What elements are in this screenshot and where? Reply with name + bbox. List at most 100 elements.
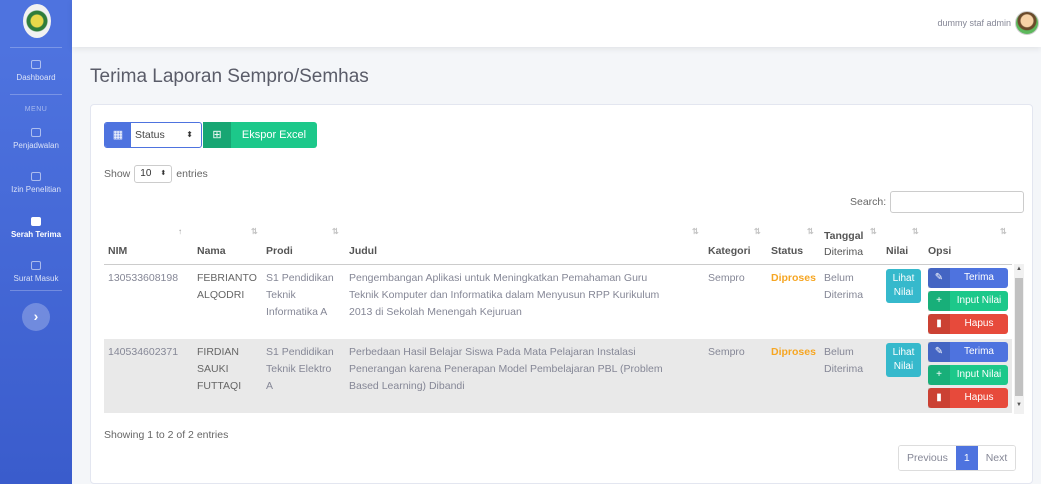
sidebar-item-surat-masuk[interactable]: Surat Masuk — [0, 261, 72, 283]
sidebar-item-label: Dashboard — [16, 73, 56, 82]
cell-line: Teknik Komputer dan Informatika dalam Me… — [349, 289, 660, 301]
cell-line: A — [266, 380, 274, 392]
cell-line: Perbedaan Hasil Belajar Siswa Pada Mata … — [349, 346, 636, 358]
status-badge: Diproses — [771, 272, 816, 284]
edit-icon: ✎ — [928, 342, 950, 362]
column-header-status[interactable]: ⇅ Status — [767, 222, 819, 264]
trash-icon: ▮ — [928, 314, 950, 334]
cell-line: Informatika A — [266, 306, 328, 318]
button-line: Lihat — [892, 347, 915, 358]
column-header-label-line: Diterima — [824, 246, 864, 258]
terima-button[interactable]: ✎ Terima — [928, 268, 1008, 288]
cell-line: Penerangan karena Penerapan Model Pembel… — [349, 363, 663, 375]
column-header-nilai[interactable]: ⇅ Nilai — [882, 222, 924, 264]
plus-icon: + — [928, 365, 950, 385]
column-header-label: Nilai — [886, 245, 909, 257]
sidebar-heading: MENU — [24, 106, 48, 113]
cell-line: Teknik Elektro — [266, 363, 332, 375]
sidebar-item-dashboard[interactable]: Dashboard — [0, 60, 72, 82]
university-logo[interactable] — [23, 4, 51, 38]
show-label: Show — [104, 168, 131, 180]
page-length-value: 10 — [140, 168, 152, 179]
column-header-label: NIM — [108, 245, 128, 257]
page-length-select[interactable]: 10 ⬍ — [134, 165, 173, 183]
button-label: Terima — [963, 272, 994, 283]
status-select-value: Status — [135, 129, 165, 141]
cell-line: S1 Pendidikan — [266, 272, 334, 284]
search-label: Search: — [850, 196, 887, 208]
column-header-label: Kategori — [708, 245, 751, 257]
previous-page-button[interactable]: Previous — [899, 446, 956, 470]
user-name[interactable]: dummy staf admin — [937, 18, 1011, 28]
cell-line: SAUKI — [197, 363, 229, 375]
trash-icon: ▮ — [928, 388, 950, 408]
data-table: ↑ NIM ⇅ Nama ⇅ Prodi ⇅ Judul ⇅ Kategori … — [104, 222, 1024, 414]
table-scrollbar[interactable]: ▲ ▼ — [1014, 264, 1024, 414]
column-header-label: Judul — [349, 245, 377, 257]
search-input[interactable] — [890, 191, 1025, 213]
column-header-label-line: Tanggal — [824, 230, 864, 242]
column-header-label: Prodi — [266, 245, 293, 257]
column-header-prodi[interactable]: ⇅ Prodi — [262, 222, 344, 264]
length-control: Show 10 ⬍ entries — [104, 165, 208, 183]
page-1-button[interactable]: 1 — [955, 446, 978, 470]
column-header-judul[interactable]: ⇅ Judul — [345, 222, 703, 264]
column-header-tanggal[interactable]: ⇅ Tanggal Diterima — [820, 222, 880, 264]
cell-line: Based Learning) Dibandi — [349, 380, 465, 392]
terima-button[interactable]: ✎ Terima — [928, 342, 1008, 362]
sidebar-item-label: Izin Penelitian — [11, 185, 61, 194]
button-label: Hapus — [964, 392, 994, 403]
cell-nim: 130533608198 — [108, 272, 179, 284]
button-line: Nilai — [893, 287, 914, 298]
column-header-label: Opsi — [928, 245, 952, 257]
next-page-button[interactable]: Next — [977, 446, 1016, 470]
cell-line: Pengembangan Aplikasi untuk Meningkatkan… — [349, 272, 648, 284]
column-header-opsi[interactable]: ⇅ Opsi — [924, 222, 1012, 264]
mail-icon — [31, 261, 41, 270]
status-badge: Diproses — [771, 346, 816, 358]
column-header-nama[interactable]: ⇅ Nama — [193, 222, 261, 264]
cell-prodi: S1 Pendidikan Teknik Elektro A — [266, 344, 334, 395]
column-header-kategori[interactable]: ⇅ Kategori — [704, 222, 766, 264]
input-nilai-button[interactable]: + Input Nilai — [928, 365, 1008, 385]
table-info: Showing 1 to 2 of 2 entries — [104, 429, 229, 441]
hapus-button[interactable]: ▮ Hapus — [928, 388, 1008, 408]
sort-icon: ⇅ — [251, 227, 258, 236]
column-header-nim[interactable]: ↑ NIM — [104, 222, 192, 264]
sidebar-item-izin-penelitian[interactable]: Izin Penelitian — [0, 172, 72, 194]
button-line: Lihat — [892, 273, 915, 284]
scroll-down-icon[interactable]: ▼ — [1014, 402, 1024, 408]
sidebar-toggle-button[interactable]: › — [22, 303, 50, 331]
entries-label: entries — [176, 168, 208, 180]
sidebar-divider — [10, 94, 62, 95]
column-header-label: Status — [771, 245, 804, 257]
sidebar-item-serah-terima[interactable]: Serah Terima — [0, 217, 72, 239]
dashboard-icon — [31, 60, 41, 69]
calendar-icon — [31, 128, 41, 137]
cell-line: 2013 di Sekolah Menengah Kejuruan — [349, 306, 522, 318]
scroll-up-icon[interactable]: ▲ — [1014, 266, 1024, 272]
users-icon — [31, 172, 41, 181]
cell-tanggal: Belum Diterima — [824, 270, 863, 304]
scroll-thumb[interactable] — [1015, 278, 1023, 396]
input-nilai-button[interactable]: + Input Nilai — [928, 291, 1008, 311]
status-filter[interactable]: ▦ Status ⬍ — [104, 122, 202, 148]
status-select[interactable]: Status ⬍ — [131, 123, 201, 147]
cell-kategori: Sempro — [708, 272, 745, 284]
hapus-button[interactable]: ▮ Hapus — [928, 314, 1008, 334]
sort-icon: ⇅ — [1000, 227, 1007, 236]
cell-line: ALQODRI — [197, 289, 245, 301]
lihat-nilai-button[interactable]: Lihat Nilai — [886, 343, 921, 377]
table-row: 130533608198 FEBRIANTO ALQODRI S1 Pendid… — [104, 265, 1012, 339]
file-icon — [31, 217, 41, 226]
sidebar-item-penjadwalan[interactable]: Penjadwalan — [0, 128, 72, 150]
sort-icon: ⇅ — [754, 227, 761, 236]
column-header-label: Nama — [197, 245, 226, 257]
sort-icon: ⇅ — [692, 227, 699, 236]
table-row: 140534602371 FIRDIAN SAUKI FUTTAQI S1 Pe… — [104, 339, 1012, 413]
user-avatar[interactable] — [1015, 11, 1039, 35]
sort-icon: ⇅ — [870, 227, 877, 236]
export-excel-button[interactable]: ⊞ Ekspor Excel — [203, 122, 317, 148]
cell-line: Diterima — [824, 289, 864, 301]
lihat-nilai-button[interactable]: Lihat Nilai — [886, 269, 921, 303]
